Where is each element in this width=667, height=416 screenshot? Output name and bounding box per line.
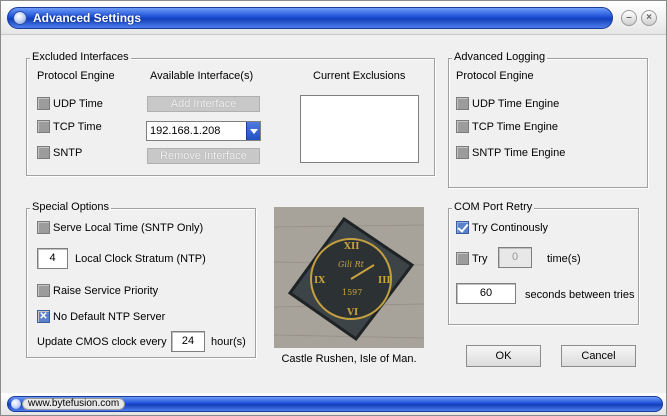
logging-col-protocol: Protocol Engine <box>456 70 534 82</box>
excluded-col-available: Available Interface(s) <box>150 70 254 82</box>
exclude-sntp-label: SNTP <box>53 147 83 159</box>
raise-priority-label: Raise Service Priority <box>53 285 159 297</box>
log-sntp-checkbox[interactable] <box>456 146 469 159</box>
stratum-input[interactable]: 4 <box>37 248 68 269</box>
close-icon[interactable]: × <box>641 10 657 26</box>
interface-select[interactable]: 192.168.1.208 <box>146 121 261 141</box>
exclude-tcp-checkbox[interactable] <box>37 120 50 133</box>
status-knob-icon <box>11 399 21 409</box>
exclude-udp-label: UDP Time <box>53 98 103 110</box>
svg-text:XII: XII <box>344 242 359 252</box>
cmos-unit-label: hour(s) <box>211 336 246 348</box>
window-menu-icon[interactable] <box>13 11 27 25</box>
special-options-label: Special Options <box>30 201 112 213</box>
stratum-label: Local Clock Stratum (NTP) <box>75 253 206 265</box>
serve-local-checkbox[interactable] <box>37 221 50 234</box>
try-continuously-checkbox[interactable] <box>456 221 469 234</box>
status-pill: www.bytefusion.com <box>7 396 663 412</box>
try-count-label: Try <box>472 253 488 265</box>
try-count-input[interactable]: 0 <box>498 247 532 268</box>
svg-text:IX: IX <box>314 276 325 286</box>
no-default-ntp-label: No Default NTP Server <box>53 311 166 323</box>
title-bar[interactable]: Advanced Settings – × <box>1 1 666 35</box>
log-tcp-checkbox[interactable] <box>456 120 469 133</box>
clock-year: 1597 <box>342 288 362 297</box>
remove-interface-button[interactable]: Remove Interface <box>147 148 260 164</box>
advanced-settings-window: Advanced Settings – × Excluded Interface… <box>0 0 667 416</box>
try-count-checkbox[interactable] <box>456 252 469 265</box>
image-caption: Castle Rushen, Isle of Man. <box>281 353 417 365</box>
svg-text:VI: VI <box>346 308 358 318</box>
chevron-down-icon[interactable] <box>246 122 260 140</box>
cmos-hours-input[interactable]: 24 <box>171 331 205 352</box>
status-bar: www.bytefusion.com <box>1 393 666 415</box>
no-default-ntp-checkbox[interactable]: ✕ <box>37 310 50 323</box>
retry-seconds-label: seconds between tries <box>525 289 635 301</box>
clock-icon: XII III VI IX Gili Rt 1597 <box>273 207 425 348</box>
serve-local-label: Serve Local Time (SNTP Only) <box>53 222 204 234</box>
raise-priority-checkbox[interactable] <box>37 284 50 297</box>
title-pill: Advanced Settings <box>7 7 613 29</box>
cancel-button[interactable]: Cancel <box>561 345 636 367</box>
advanced-logging-label: Advanced Logging <box>452 51 548 63</box>
try-continuously-label: Try Continously <box>472 222 549 234</box>
castle-clock-image: XII III VI IX Gili Rt 1597 <box>273 207 425 348</box>
log-tcp-label: TCP Time Engine <box>472 121 559 133</box>
try-count-unit: time(s) <box>547 253 581 265</box>
com-port-retry-label: COM Port Retry <box>452 201 535 213</box>
exclude-udp-checkbox[interactable] <box>37 97 50 110</box>
clock-inscription: Gili Rt <box>338 260 365 269</box>
ok-button[interactable]: OK <box>466 345 541 367</box>
add-interface-button[interactable]: Add Interface <box>147 96 260 112</box>
website-link[interactable]: www.bytefusion.com <box>22 398 126 410</box>
current-exclusions-list[interactable] <box>300 95 419 163</box>
log-udp-checkbox[interactable] <box>456 97 469 110</box>
log-udp-label: UDP Time Engine <box>472 98 560 110</box>
cmos-label: Update CMOS clock every <box>37 336 167 348</box>
log-sntp-label: SNTP Time Engine <box>472 147 566 159</box>
exclude-sntp-checkbox[interactable] <box>37 146 50 159</box>
interface-select-value: 192.168.1.208 <box>150 125 221 137</box>
minimize-icon[interactable]: – <box>621 10 637 26</box>
excluded-interfaces-label: Excluded Interfaces <box>30 51 131 63</box>
window-title: Advanced Settings <box>33 11 142 25</box>
excluded-col-current: Current Exclusions <box>313 70 406 82</box>
retry-seconds-input[interactable]: 60 <box>456 283 516 304</box>
excluded-col-protocol: Protocol Engine <box>37 70 115 82</box>
exclude-tcp-label: TCP Time <box>53 121 102 133</box>
svg-text:III: III <box>378 276 391 286</box>
